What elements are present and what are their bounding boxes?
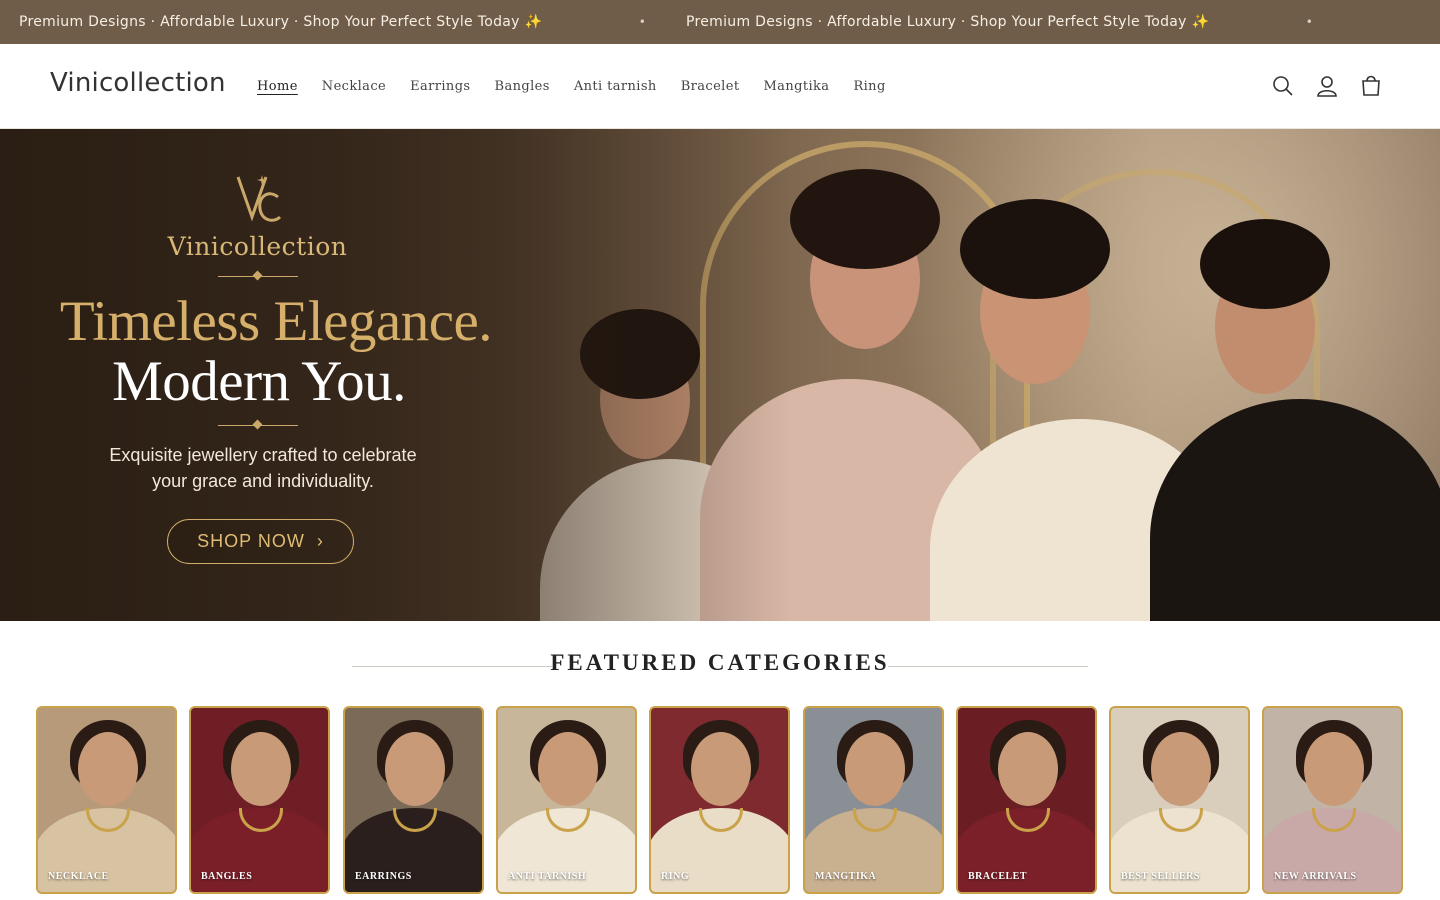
category-card[interactable]: NEW ARRIVALS xyxy=(1262,706,1403,894)
hero-subtext-line2: your grace and individuality. xyxy=(152,471,374,491)
announcement-message: Premium Designs · Affordable Luxury · Sh… xyxy=(686,14,1210,30)
hero-divider xyxy=(218,425,298,426)
category-image-face xyxy=(1151,732,1211,806)
hero-headline-line2: Modern You. xyxy=(112,350,406,413)
category-image-face xyxy=(1304,732,1364,806)
nav-mangtika[interactable]: Mangtika xyxy=(763,79,829,94)
hero-text-block: Vinicollection Timeless Elegance. Modern… xyxy=(0,129,520,621)
monogram-logo xyxy=(236,175,282,222)
announcement-item: Premium Designs · Affordable Luxury · Sh… xyxy=(19,14,686,30)
main-nav: Home Necklace Earrings Bangles Anti tarn… xyxy=(257,44,910,129)
search-icon[interactable] xyxy=(1270,73,1296,99)
category-label: NEW ARRIVALS xyxy=(1274,871,1357,882)
category-label: EARRINGS xyxy=(355,871,412,882)
announcement-bar: Premium Designs · Affordable Luxury · Sh… xyxy=(0,0,1440,44)
category-card[interactable]: MANGTIKA xyxy=(803,706,944,894)
announcement-item: Premium Designs · Affordable Luxury · Sh… xyxy=(686,14,1353,30)
nav-home[interactable]: Home xyxy=(257,79,298,94)
featured-title: FEATURED CATEGORIES xyxy=(550,650,890,675)
hero-subtext-line1: Exquisite jewellery crafted to celebrate xyxy=(109,445,417,465)
category-image-face xyxy=(998,732,1058,806)
nav-necklace[interactable]: Necklace xyxy=(322,79,386,94)
category-image-face xyxy=(78,732,138,806)
chevron-right-icon: › xyxy=(316,531,324,551)
cart-icon[interactable] xyxy=(1358,73,1384,99)
hero-subtext: Exquisite jewellery crafted to celebrate… xyxy=(0,442,526,494)
category-label: RING xyxy=(661,871,690,882)
account-icon[interactable] xyxy=(1314,73,1340,99)
announcement-separator: • xyxy=(638,15,647,29)
category-image-face xyxy=(691,732,751,806)
shop-now-label: SHOP NOW xyxy=(197,531,305,551)
category-image-face xyxy=(845,732,905,806)
category-label: BEST SELLERS xyxy=(1121,871,1200,882)
hero-headline-line1: Timeless Elegance. xyxy=(59,290,493,353)
category-card[interactable]: NECKLACE xyxy=(36,706,177,894)
header-icons xyxy=(1252,73,1384,99)
nav-bracelet[interactable]: Bracelet xyxy=(681,79,740,94)
category-label: MANGTIKA xyxy=(815,871,877,882)
nav-bangles[interactable]: Bangles xyxy=(495,79,550,94)
announcement-message: Premium Designs · Affordable Luxury · Sh… xyxy=(19,14,543,30)
category-image-face xyxy=(385,732,445,806)
category-card[interactable]: BANGLES xyxy=(189,706,330,894)
hero-divider xyxy=(218,276,298,277)
hero-brand-name: Vinicollection xyxy=(167,232,348,261)
featured-rule-right xyxy=(888,666,1088,667)
site-logo[interactable]: Vinicollection xyxy=(50,68,226,98)
announcement-track: Premium Designs · Affordable Luxury · Sh… xyxy=(0,0,1353,44)
category-card[interactable]: BEST SELLERS xyxy=(1109,706,1250,894)
category-image-face xyxy=(231,732,291,806)
category-card[interactable]: BRACELET xyxy=(956,706,1097,894)
category-card[interactable]: EARRINGS xyxy=(343,706,484,894)
nav-anti-tarnish[interactable]: Anti tarnish xyxy=(574,79,657,94)
category-image-face xyxy=(538,732,598,806)
announcement-item: Premium Designs · Affordable Luxury · Sh… xyxy=(0,14,19,30)
announcement-separator: • xyxy=(1305,15,1314,29)
category-label: BRACELET xyxy=(968,871,1028,882)
site-header: Vinicollection Home Necklace Earrings Ba… xyxy=(0,44,1440,129)
category-card[interactable]: RING xyxy=(649,706,790,894)
category-label: BANGLES xyxy=(201,871,253,882)
featured-header: FEATURED CATEGORIES xyxy=(0,650,1440,680)
announcement-separator: • xyxy=(0,15,19,29)
category-label: ANTI TARNISH xyxy=(508,871,587,882)
hero-banner: Vinicollection Timeless Elegance. Modern… xyxy=(0,129,1440,621)
nav-earrings[interactable]: Earrings xyxy=(410,79,470,94)
nav-ring[interactable]: Ring xyxy=(853,79,885,94)
shop-now-button[interactable]: SHOP NOW › xyxy=(167,519,354,564)
category-card[interactable]: ANTI TARNISH xyxy=(496,706,637,894)
category-label: NECKLACE xyxy=(48,871,109,882)
